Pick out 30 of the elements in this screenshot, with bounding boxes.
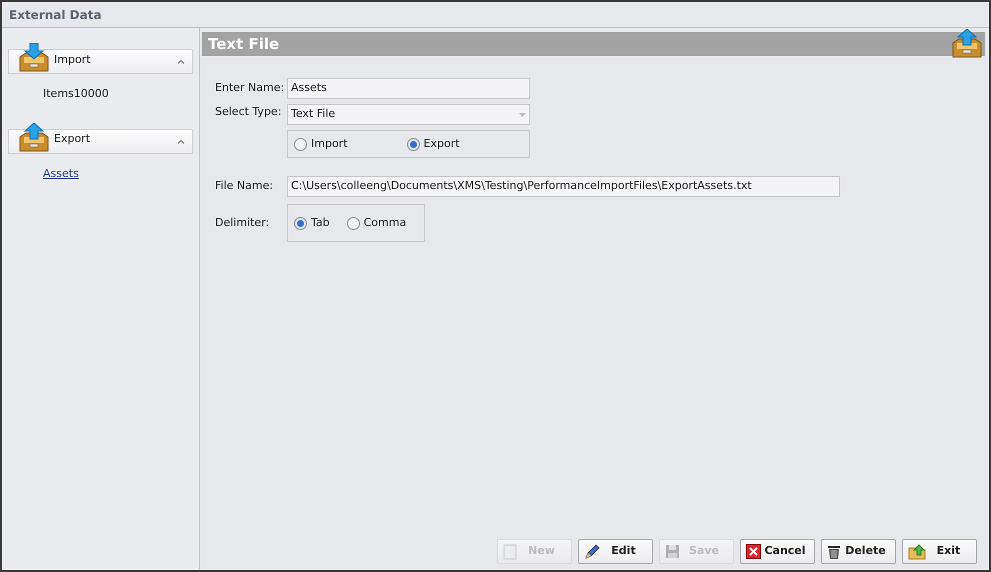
field-label: Delimiter: <box>215 215 270 231</box>
panel-title: Text File <box>208 34 280 55</box>
edit-button[interactable]: Edit <box>578 539 653 564</box>
radio-option[interactable]: Import <box>294 136 348 152</box>
tray-down-arrow-icon <box>18 43 50 73</box>
file-name-field[interactable]: C:\Users\colleeng\Documents\XMS\Testing\PerformanceImportFiles\ExportAssets.txt <box>287 176 840 197</box>
cancel-button[interactable]: Cancel <box>740 539 815 564</box>
chevron-icon <box>177 138 185 144</box>
trash-icon <box>827 544 841 560</box>
exit-button[interactable]: Exit <box>902 539 977 564</box>
window-title: External Data <box>8 6 103 24</box>
pencil-icon <box>584 544 600 560</box>
dropdown-arrow-icon <box>519 112 526 116</box>
field-label: Enter Name: <box>215 80 286 96</box>
type-dropdown[interactable]: Text File <box>287 104 530 125</box>
delete-button[interactable]: Delete <box>821 539 896 564</box>
radio-option[interactable]: Tab <box>294 214 330 232</box>
sidebar-link[interactable]: Assets <box>43 166 79 182</box>
radio-option[interactable]: Export <box>406 136 460 152</box>
blank-page-icon <box>503 544 517 560</box>
folder-arrow-icon <box>908 544 926 560</box>
name-field[interactable]: Assets <box>287 78 530 99</box>
field-label: File Name: <box>215 178 274 194</box>
tray-up-arrow-icon <box>18 122 50 152</box>
tray-up-arrow-icon <box>951 29 983 59</box>
chevron-icon <box>177 59 185 64</box>
sidebar-link[interactable]: Items10000 <box>43 86 109 102</box>
field-label: Select Type: <box>215 104 282 120</box>
cancel-x-icon <box>746 544 761 559</box>
radio-option[interactable]: Comma <box>346 214 406 232</box>
